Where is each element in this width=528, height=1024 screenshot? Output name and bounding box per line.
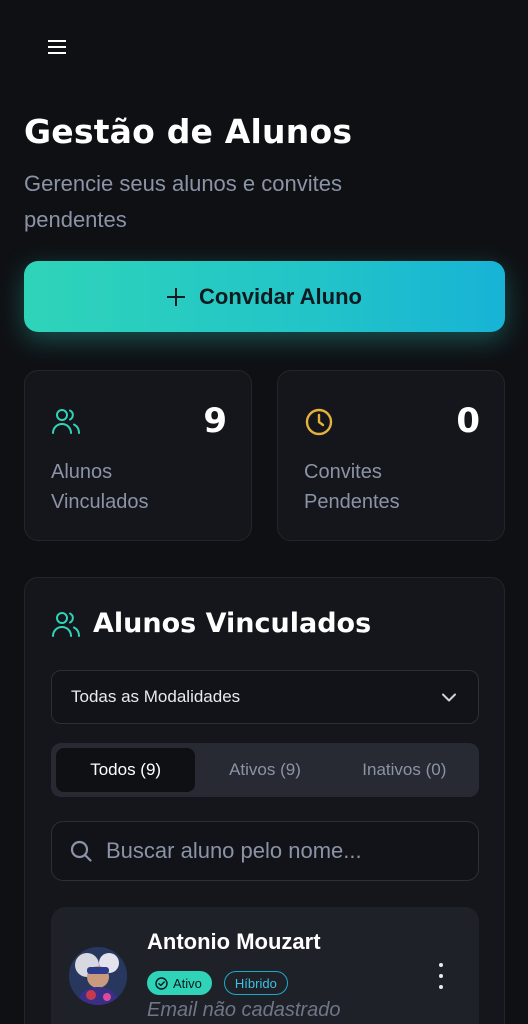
students-list-card: Alunos Vinculados Todas as Modalidades T… (24, 577, 505, 1024)
avatar (69, 947, 127, 1005)
select-value: Todas as Modalidades (71, 687, 241, 706)
modality-badge: Híbrido (223, 971, 288, 995)
more-options-button[interactable] (433, 963, 449, 989)
student-email: Email não cadastrado (147, 999, 341, 1021)
tab-inactive[interactable]: Inativos (0) (335, 748, 474, 792)
page-subtitle: Gerencie seus alunos e convites pendente… (24, 171, 342, 232)
invite-student-button[interactable]: Convidar Aluno (24, 261, 505, 332)
stat-value: 0 (456, 401, 480, 441)
more-vertical-icon (439, 963, 443, 967)
users-icon (52, 611, 80, 637)
menu-button[interactable] (40, 30, 74, 64)
stat-label: Convites Pendentes (304, 461, 400, 513)
tab-active[interactable]: Ativos (9) (195, 748, 334, 792)
users-icon (52, 409, 80, 434)
chevron-down-icon (442, 693, 456, 701)
student-name: Antonio Mouzart (147, 929, 321, 954)
stat-card-pending: 0 Convites Pendentes (277, 370, 505, 541)
modality-filter-select[interactable]: Todas as Modalidades (51, 670, 479, 724)
status-tabs: Todos (9) Ativos (9) Inativos (0) (51, 743, 479, 797)
status-badge: Ativo (147, 971, 212, 995)
stat-card-linked: 9 Alunos Vinculados (24, 370, 252, 541)
stat-label: Alunos Vinculados (51, 461, 149, 513)
list-title: Alunos Vinculados (93, 608, 372, 639)
plus-icon (167, 287, 186, 306)
status-badge-label: Ativo (173, 975, 202, 991)
page-title: Gestão de Alunos (24, 112, 353, 151)
search-field (51, 821, 479, 881)
student-card[interactable]: Antonio Mouzart Ativo Híbrido Email não … (51, 907, 479, 1024)
invite-button-label: Convidar Aluno (199, 283, 362, 309)
tab-all[interactable]: Todos (9) (56, 748, 196, 792)
clock-icon (305, 408, 333, 436)
list-header: Alunos Vinculados (51, 608, 371, 639)
search-input[interactable] (106, 838, 436, 864)
check-circle-icon (155, 976, 168, 990)
student-badges: Ativo Híbrido (147, 971, 288, 995)
menu-icon (48, 40, 66, 54)
search-icon (70, 840, 92, 862)
stat-value: 9 (203, 401, 227, 441)
